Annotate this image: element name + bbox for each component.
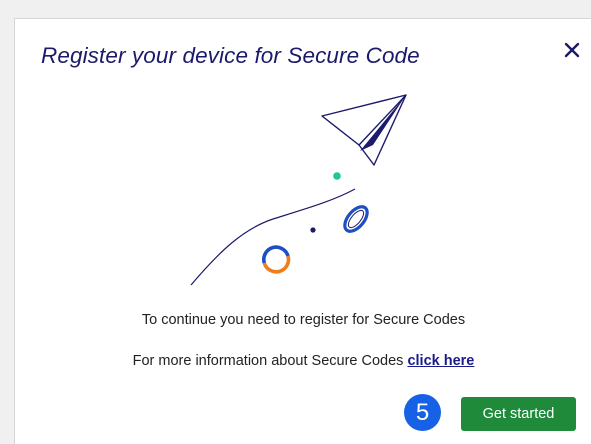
get-started-button[interactable]: Get started [461, 397, 576, 431]
paper-plane-icon [321, 94, 407, 166]
close-icon[interactable] [561, 39, 585, 63]
green-dot-icon [333, 172, 341, 180]
more-info-label: For more information about Secure Codes [132, 353, 404, 369]
more-info-text: For more information about Secure Codes … [15, 353, 591, 369]
dialog-title: Register your device for Secure Code [41, 43, 420, 68]
blue-ring-icon [343, 205, 369, 233]
register-device-dialog: Register your device for Secure Code To … [14, 18, 591, 444]
register-message: To continue you need to register for Sec… [141, 312, 466, 328]
orange-ring-icon [262, 245, 291, 274]
navy-dot-icon [310, 227, 316, 233]
step-badge: 5 [404, 394, 441, 431]
click-here-link[interactable]: click here [407, 353, 474, 369]
